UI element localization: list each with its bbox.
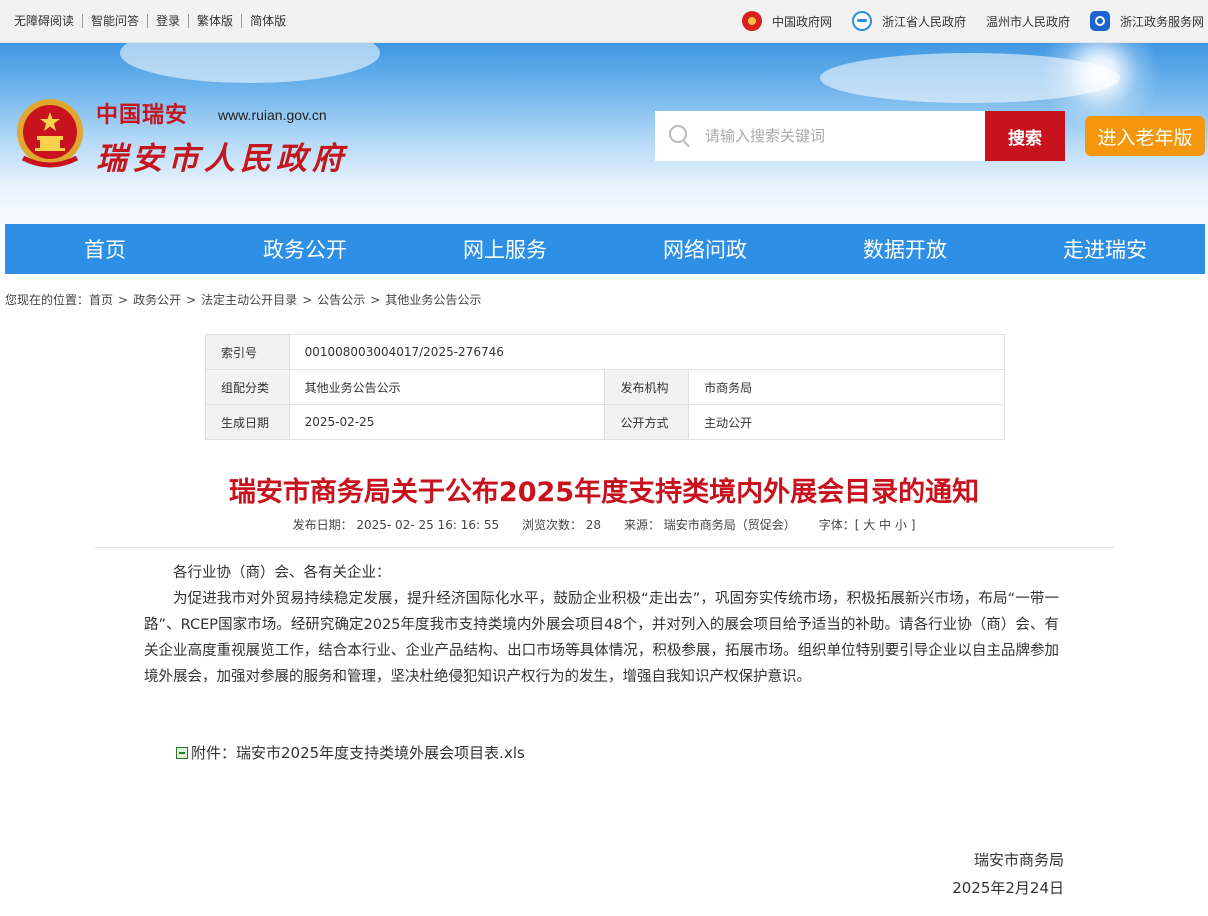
breadcrumb-home[interactable]: 首页 (89, 293, 113, 307)
signer: 瑞安市商务局 (973, 851, 1064, 869)
breadcrumb-gov-affairs[interactable]: 政务公开 (133, 293, 181, 307)
attachment-link[interactable]: 附件：瑞安市2025年度支持类境外展会项目表.xls (176, 742, 525, 763)
login-link[interactable]: 登录 (147, 14, 188, 28)
logo-url: www.ruian.gov.cn (218, 107, 327, 123)
document-info-table: 索引号 001008003004017/2025-276746 组配分类 其他业… (205, 334, 1006, 440)
zhejiang-gov-label: 浙江省人民政府 (881, 14, 966, 29)
elder-mode-button[interactable]: 进入老年版 (1085, 116, 1205, 156)
service-net-icon (1089, 11, 1110, 31)
font-size-medium[interactable]: 中 (879, 518, 891, 532)
zj-service-label: 浙江政务服务网 (1119, 14, 1204, 29)
attachment-label: 附件：瑞安市2025年度支持类境外展会项目表.xls (191, 744, 525, 762)
method-value: 主动公开 (688, 404, 1005, 440)
main-nav: 首页 政务公开 网上服务 网络问政 数据开放 走进瑞安 (5, 224, 1205, 274)
sign-date: 2025年2月24日 (952, 879, 1064, 897)
nav-home[interactable]: 首页 (5, 224, 205, 274)
search-box (655, 111, 985, 161)
accessibility-link[interactable]: 无障碍阅读 (6, 14, 82, 28)
excel-file-icon (176, 746, 188, 759)
divider (95, 547, 1115, 548)
publish-date: 发布日期： 2025- 02- 25 16: 16: 55 (292, 518, 500, 532)
china-gov-label: 中国政府网 (771, 14, 832, 29)
wenzhou-gov-label: 温州市人民政府 (985, 14, 1070, 29)
font-size-close: ] (910, 518, 916, 532)
breadcrumb-separator: > (186, 293, 197, 307)
search-button[interactable]: 搜索 (985, 111, 1065, 161)
nav-about-ruian[interactable]: 走进瑞安 (1005, 224, 1205, 274)
breadcrumb-catalog[interactable]: 法定主动公开目录 (201, 293, 297, 307)
font-size-large[interactable]: 大 (863, 518, 875, 532)
font-size-small[interactable]: 小 (895, 518, 907, 532)
nav-gov-affairs[interactable]: 政务公开 (205, 224, 405, 274)
breadcrumb-separator: > (370, 293, 381, 307)
breadcrumb-separator: > (302, 293, 313, 307)
category-value: 其他业务公告公示 (288, 369, 606, 405)
table-row: 索引号 001008003004017/2025-276746 (205, 334, 1006, 370)
publisher-label: 发布机构 (604, 369, 690, 405)
breadcrumb-announcements[interactable]: 公告公示 (317, 293, 365, 307)
method-label: 公开方式 (604, 404, 690, 440)
smart-qa-link[interactable]: 智能问答 (82, 14, 147, 28)
zj-service-link[interactable]: 浙江政务服务网 (1089, 11, 1204, 31)
national-emblem-icon (741, 11, 762, 31)
view-count: 浏览次数： 28 (521, 518, 602, 532)
article-meta: 发布日期： 2025- 02- 25 16: 16: 55 浏览次数： 28 来… (0, 516, 1208, 533)
breadcrumb: 您现在的位置：首页 > 政务公开 > 法定主动公开目录 > 公告公示 > 其他业务公告公示 (5, 291, 481, 308)
font-size-label: 字体：[ (818, 518, 860, 532)
article-title: 瑞安市商务局关于公布2025年度支持类境内外展会目录的通知 (228, 477, 980, 508)
index-value: 001008003004017/2025-276746 (288, 334, 1006, 370)
cloud-decoration (120, 43, 380, 83)
article-source: 来源： 瑞安市商务局（贸促会） (623, 518, 796, 532)
table-row: 组配分类 其他业务公告公示 发布机构 市商务局 (205, 369, 1005, 405)
utility-links: 无障碍阅读 智能问答 登录 繁体版 简体版 (6, 0, 294, 42)
date-value: 2025-02-25 (288, 404, 606, 440)
site-title[interactable]: 瑞安市人民政府 (96, 133, 348, 178)
wenzhou-gov-link[interactable]: 温州市人民政府 (986, 13, 1070, 30)
header-banner: 中国瑞安 www.ruian.gov.cn 瑞安市人民政府 搜索 进入老年版 (0, 43, 1208, 224)
china-gov-link[interactable]: 中国政府网 (741, 11, 832, 31)
nav-open-data[interactable]: 数据开放 (805, 224, 1005, 274)
breadcrumb-prefix: 您现在的位置： (5, 293, 90, 307)
traditional-chinese-link[interactable]: 繁体版 (188, 14, 241, 28)
publisher-value: 市商务局 (688, 369, 1005, 405)
simplified-chinese-link[interactable]: 简体版 (241, 14, 294, 28)
signature-block: 瑞安市商务局 2025年2月24日 (952, 846, 1064, 902)
category-label: 组配分类 (205, 369, 290, 405)
search-input[interactable] (703, 126, 967, 146)
gov-links: 中国政府网 浙江省人民政府 温州市人民政府 浙江政务服务网 (722, 0, 1204, 42)
nav-online-services[interactable]: 网上服务 (405, 224, 605, 274)
zhejiang-gov-link[interactable]: 浙江省人民政府 (851, 11, 966, 31)
nav-online-inquiry[interactable]: 网络问政 (605, 224, 805, 274)
date-label: 生成日期 (205, 404, 290, 440)
logo-subtitle: 中国瑞安 (96, 102, 189, 128)
cloud-decoration (820, 53, 1120, 103)
table-row: 生成日期 2025-02-25 公开方式 主动公开 (205, 404, 1005, 440)
salutation: 各行业协（商）会、各有关企业： (173, 565, 391, 581)
top-utility-bar: 无障碍阅读 智能问答 登录 繁体版 简体版 中国政府网 浙江省人民政府 温州市人… (0, 0, 1208, 43)
index-label: 索引号 (205, 334, 290, 370)
zhejiang-gov-icon (851, 11, 872, 31)
national-emblem-logo-icon[interactable] (15, 98, 85, 172)
body-paragraph: 为促进我市对外贸易持续稳定发展，提升经济国际化水平，鼓励企业积极“走出去”，巩固… (144, 591, 1059, 685)
breadcrumb-separator: > (118, 293, 129, 307)
article-body: 各行业协（商）会、各有关企业： 为促进我市对外贸易持续稳定发展，提升经济国际化水… (144, 560, 1059, 690)
breadcrumb-other-announcements[interactable]: 其他业务公告公示 (385, 293, 481, 307)
search-icon (669, 125, 691, 147)
